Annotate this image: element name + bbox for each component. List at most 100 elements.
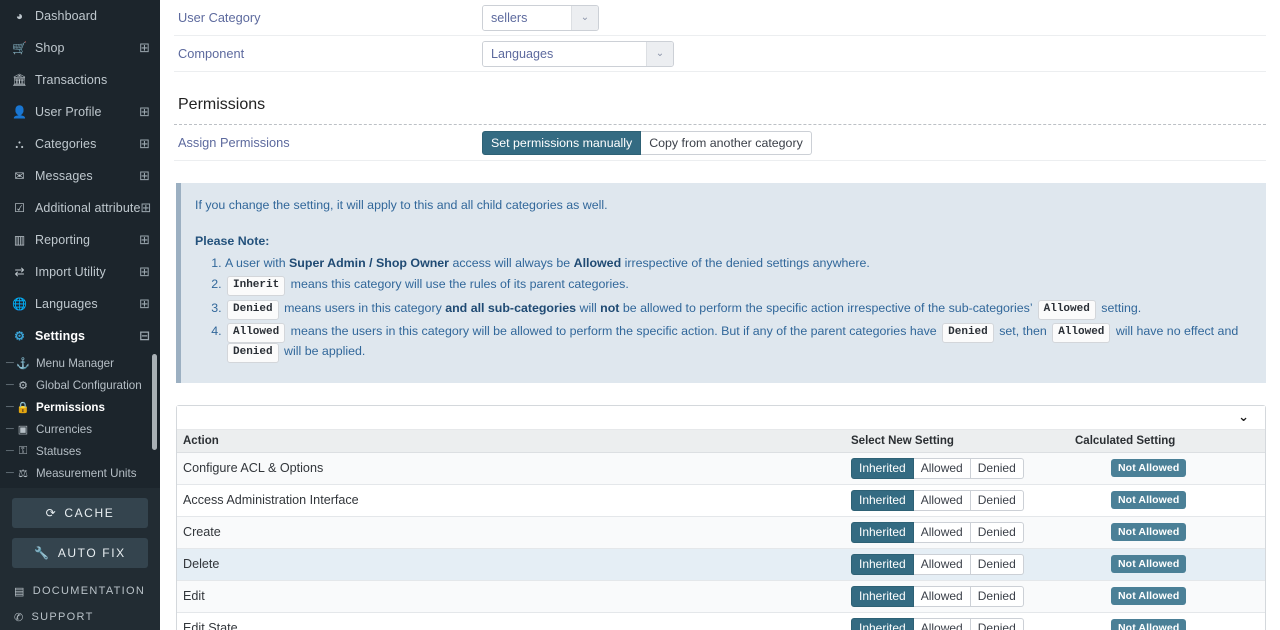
sidebar-item-user-profile[interactable]: 👤 User Profile ⊞ — [0, 96, 160, 128]
table-row[interactable]: Edit Inherited Allowed Denied Not Allowed — [177, 580, 1265, 613]
note1-part-a: A user with — [225, 255, 290, 270]
setting-option-inherited[interactable]: Inherited — [851, 617, 914, 630]
col-header-action: Action — [177, 429, 845, 453]
setting-option-denied[interactable]: Denied — [970, 585, 1024, 607]
expand-toggle-icon[interactable]: ⊞ — [139, 266, 150, 279]
note1-bold-allowed: Allowed — [573, 255, 622, 270]
sidebar-item-messages[interactable]: ✉ Messages ⊞ — [0, 160, 160, 192]
panel-header: ⌄ — [177, 405, 1265, 430]
setting-option-inherited[interactable]: Inherited — [851, 521, 914, 543]
note3-part-e: setting. — [1097, 300, 1142, 315]
sidebar-settings-submenu[interactable]: ─ ⚓ Menu Manager ─ ⚙ Global Configuration ─ 🔒 Pe… — [0, 352, 160, 488]
sidebar-subitem-label: Currencies — [36, 422, 93, 436]
expand-toggle-icon[interactable]: ⊞ — [139, 106, 150, 119]
lock-icon: 🔒 — [16, 401, 30, 414]
auto-fix-button[interactable]: 🔧 AUTO FIX — [12, 538, 148, 568]
cache-button[interactable]: ⟳ CACHE — [12, 498, 148, 528]
sidebar-subitem-currencies[interactable]: ─ ▣ Currencies — [0, 418, 160, 440]
sidebar-item-label: User Profile — [35, 105, 102, 119]
sidebar-item-label: Messages — [35, 169, 93, 183]
component-select[interactable]: Languages ⌄ — [482, 40, 674, 67]
chevron-down-icon[interactable]: ⌄ — [1238, 411, 1249, 424]
expand-toggle-icon[interactable]: ⊞ — [139, 170, 150, 183]
setting-toggle-group[interactable]: Inherited Allowed Denied — [851, 617, 1024, 630]
sidebar-item-import-utility[interactable]: ⇄ Import Utility ⊞ — [0, 256, 160, 288]
setting-option-denied[interactable]: Denied — [970, 553, 1024, 575]
setting-option-allowed[interactable]: Allowed — [913, 521, 971, 543]
tree-branch-icon: ─ — [6, 400, 14, 413]
setting-option-denied[interactable]: Denied — [970, 457, 1024, 479]
table-row[interactable]: Access Administration Interface Inherited… — [177, 484, 1265, 517]
note1-bold-roles: Super Admin / Shop Owner — [289, 255, 449, 270]
form-row-user-category: User Category sellers ⌄ — [174, 0, 1266, 36]
table-head: Action Select New Setting Calculated Set… — [177, 429, 1265, 453]
alert-note-4: Allowed means the users in this category… — [225, 323, 1250, 364]
setting-option-allowed[interactable]: Allowed — [913, 489, 971, 511]
expand-toggle-icon[interactable]: ⊞ — [141, 202, 152, 215]
sidebar-item-reporting[interactable]: ▥ Reporting ⊞ — [0, 224, 160, 256]
setting-option-denied[interactable]: Denied — [970, 617, 1024, 630]
sidebar-item-label: Categories — [35, 137, 97, 151]
setting-option-allowed[interactable]: Allowed — [913, 457, 971, 479]
checkbox-icon: ☑ — [14, 201, 25, 215]
expand-toggle-icon[interactable]: ⊞ — [139, 298, 150, 311]
user-category-select[interactable]: sellers ⌄ — [482, 4, 599, 31]
table-row[interactable]: Configure ACL & Options Inherited Allowed D… — [177, 452, 1265, 485]
expand-toggle-icon[interactable]: ⊞ — [139, 234, 150, 247]
setting-option-denied[interactable]: Denied — [970, 489, 1024, 511]
setting-toggle-group[interactable]: Inherited Allowed Denied — [851, 585, 1024, 607]
sidebar-subitem-payment-methods[interactable]: ─▤Payment Methods — [0, 484, 160, 488]
support-icon: ✆ — [14, 611, 25, 624]
chevron-down-icon[interactable]: ⌄ — [646, 41, 673, 66]
tree-branch-icon: ─ — [6, 356, 14, 369]
table-body: Configure ACL & Options Inherited Allowed D… — [177, 452, 1265, 630]
sidebar-item-shop[interactable]: 🛒 Shop ⊞ — [0, 32, 160, 64]
setting-toggle-group[interactable]: Inherited Allowed Denied — [851, 553, 1024, 575]
documentation-link[interactable]: ▤ DOCUMENTATION — [12, 578, 148, 604]
sidebar-main-nav: ◕ Dashboard 🛒 Shop ⊞ 🏛 Transactions 👤 User Profi… — [0, 0, 160, 352]
chevron-down-icon[interactable]: ⌄ — [571, 5, 598, 30]
sidebar-subitem-statuses[interactable]: ─ ⚿ Statuses — [0, 440, 160, 462]
table-row[interactable]: Create Inherited Allowed Denied Not Allowed — [177, 516, 1265, 549]
cell-select-new-setting: Inherited Allowed Denied — [845, 452, 1069, 485]
note3-part-c: will — [576, 300, 601, 315]
sidebar-item-settings[interactable]: ⚙ Settings ⊟ — [0, 320, 160, 352]
expand-toggle-icon[interactable]: ⊟ — [139, 330, 150, 343]
sidebar-item-categories[interactable]: ⛬ Categories ⊞ — [0, 128, 160, 160]
refresh-icon: ⟳ — [45, 506, 58, 520]
sidebar-subitem-measurement-units[interactable]: ─ ⚖ Measurement Units — [0, 462, 160, 484]
sidebar: ◕ Dashboard 🛒 Shop ⊞ 🏛 Transactions 👤 User Profi… — [0, 0, 160, 630]
form-row-assign-permissions: Assign Permissions Set permissions manua… — [174, 125, 1266, 161]
sidebar-item-label: Transactions — [35, 73, 108, 87]
setting-option-allowed[interactable]: Allowed — [913, 553, 971, 575]
setting-option-denied[interactable]: Denied — [970, 521, 1024, 543]
setting-toggle-group[interactable]: Inherited Allowed Denied — [851, 457, 1024, 479]
setting-option-allowed[interactable]: Allowed — [913, 617, 971, 630]
setting-option-inherited[interactable]: Inherited — [851, 553, 914, 575]
setting-option-inherited[interactable]: Inherited — [851, 489, 914, 511]
assign-permissions-mode-group[interactable]: Set permissions manually Copy from anothe… — [482, 130, 812, 155]
expand-toggle-icon[interactable]: ⊞ — [139, 42, 150, 55]
sidebar-item-transactions[interactable]: 🏛 Transactions — [0, 64, 160, 96]
expand-toggle-icon[interactable]: ⊞ — [139, 138, 150, 151]
sidebar-item-dashboard[interactable]: ◕ Dashboard — [0, 0, 160, 32]
support-link[interactable]: ✆ SUPPORT — [12, 604, 148, 630]
setting-toggle-group[interactable]: Inherited Allowed Denied — [851, 521, 1024, 543]
permission-mode-button-1[interactable]: Copy from another category — [641, 130, 812, 155]
setting-option-allowed[interactable]: Allowed — [913, 585, 971, 607]
table-row[interactable]: Edit State Inherited Allowed Denied Not Allo… — [177, 612, 1265, 630]
note2-rest: means this category will use the rules o… — [290, 277, 629, 292]
sidebar-subitem-permissions[interactable]: ─ 🔒 Permissions — [0, 396, 160, 418]
setting-option-inherited[interactable]: Inherited — [851, 585, 914, 607]
sidebar-item-languages[interactable]: 🌐 Languages ⊞ — [0, 288, 160, 320]
setting-toggle-group[interactable]: Inherited Allowed Denied — [851, 489, 1024, 511]
permission-mode-button-0[interactable]: Set permissions manually — [482, 130, 642, 155]
setting-option-inherited[interactable]: Inherited — [851, 457, 914, 479]
cell-select-new-setting: Inherited Allowed Denied — [845, 516, 1069, 549]
sidebar-item-additional-attribute[interactable]: ☑ Additional attribute ⊞ — [0, 192, 160, 224]
table-row[interactable]: Delete Inherited Allowed Denied Not Allowed — [177, 548, 1265, 581]
sidebar-subitem-menu-manager[interactable]: ─ ⚓ Menu Manager — [0, 352, 160, 374]
permissions-table: Action Select New Setting Calculated Set… — [177, 429, 1265, 630]
sidebar-footer: ⟳ CACHE 🔧 AUTO FIX ▤ DOCUMENTATION ✆ SUPPORT — [0, 488, 160, 630]
sidebar-subitem-global-configuration[interactable]: ─ ⚙ Global Configuration — [0, 374, 160, 396]
